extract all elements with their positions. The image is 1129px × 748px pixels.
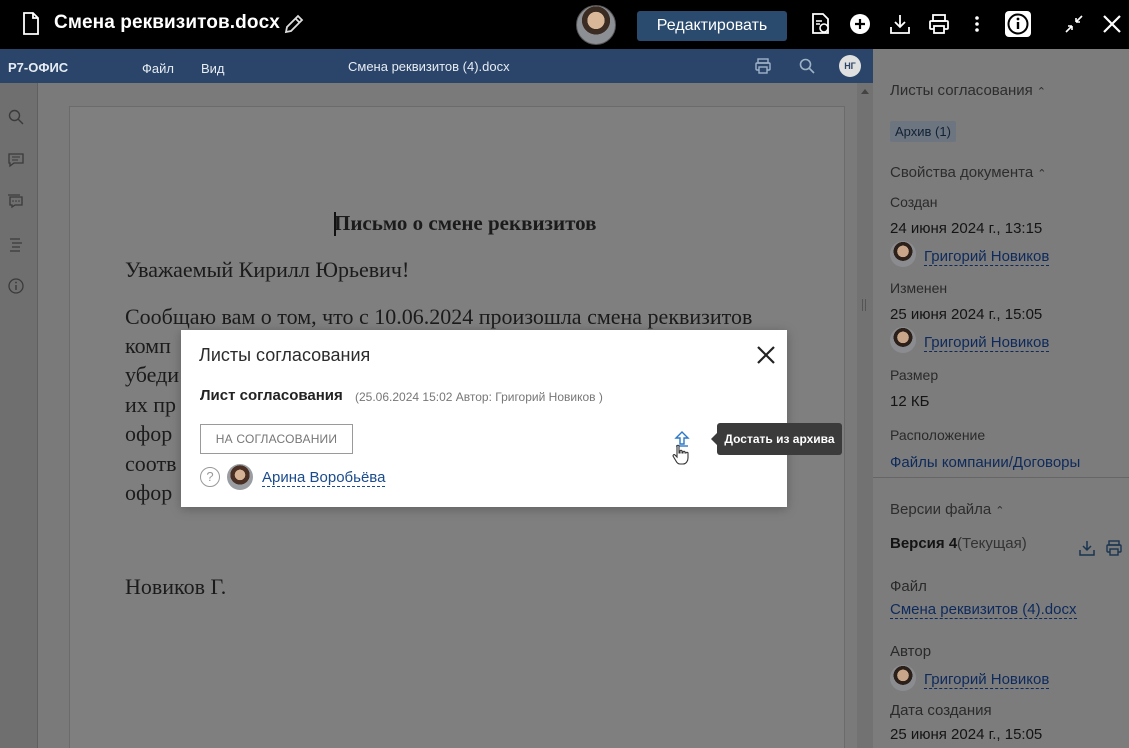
approval-sheets-dialog: Листы согласования Лист согласования (25…	[181, 330, 787, 507]
comments-icon[interactable]	[7, 151, 25, 169]
versions-header[interactable]: Версии файла ⌃	[890, 501, 1005, 518]
author-label: Автор	[890, 643, 932, 660]
add-icon[interactable]	[848, 12, 872, 36]
search-icon[interactable]	[7, 108, 25, 126]
menu-file[interactable]: Файл	[142, 61, 174, 76]
version-current: (Текущая)	[957, 535, 1027, 552]
chevron-up-icon: ⌃	[995, 505, 1005, 517]
doc-line: офор	[125, 480, 173, 505]
archive-chip[interactable]: Архив (1)	[890, 121, 956, 142]
modified-by-link[interactable]: Григорий Новиков	[924, 334, 1050, 352]
doc-line: офор	[125, 421, 173, 446]
avatar	[890, 665, 916, 691]
version-print-icon[interactable]	[1105, 539, 1123, 557]
user-avatar[interactable]	[576, 5, 616, 45]
collapse-icon[interactable]	[1062, 12, 1086, 36]
text-cursor	[334, 212, 336, 236]
editor-header: Р7-ОФИС Файл Вид Смена реквизитов (4).do…	[0, 49, 873, 83]
approver-link[interactable]: Арина Воробьёва	[262, 469, 386, 487]
file-settings-icon[interactable]	[809, 12, 833, 36]
file-link[interactable]: Смена реквизитов (4).docx	[890, 601, 1077, 619]
approval-sheets-label: Листы согласования	[890, 82, 1033, 99]
document-icon	[23, 12, 39, 35]
download-icon[interactable]	[888, 12, 912, 36]
restore-from-archive-icon[interactable]	[671, 430, 693, 466]
close-icon[interactable]	[755, 344, 777, 366]
question-icon: ?	[200, 467, 220, 487]
status-badge[interactable]: НА СОГЛАСОВАНИИ	[200, 424, 353, 454]
doc-line: их пр	[125, 392, 177, 417]
avatar	[227, 464, 253, 490]
print-icon[interactable]	[927, 12, 951, 36]
tooltip: Достать из архива	[711, 423, 842, 455]
avatar	[890, 327, 916, 353]
doc-greeting: Уважаемый Кирилл Юрьевич!	[125, 257, 410, 282]
version-label: Версия 4	[890, 535, 958, 552]
document-title: Смена реквизитов.docx	[54, 12, 280, 33]
size-label: Размер	[890, 367, 939, 383]
created-by-link[interactable]: Григорий Новиков	[924, 248, 1050, 266]
sheet-meta: (25.06.2024 15:02 Автор: Григорий Новико…	[355, 390, 603, 404]
close-icon[interactable]	[1100, 12, 1124, 36]
about-icon[interactable]	[7, 277, 25, 295]
approval-sheets-header[interactable]: Листы согласования ⌃	[890, 82, 1046, 99]
chevron-up-icon: ⌃	[1036, 86, 1046, 98]
vertical-scrollbar[interactable]	[857, 83, 873, 748]
panel-divider	[873, 477, 1129, 478]
dialog-title: Листы согласования	[199, 345, 371, 365]
editor-search-icon[interactable]	[798, 57, 816, 75]
file-label: Файл	[890, 578, 927, 595]
location-link[interactable]: Файлы компании/Договоры	[890, 454, 1080, 471]
doc-signature: Новиков Г.	[125, 574, 227, 599]
creation-date-label: Дата создания	[890, 702, 992, 719]
creation-date-value: 25 июня 2024 г., 15:05	[890, 726, 1043, 743]
editor-user-avatar[interactable]: НГ	[839, 55, 861, 77]
doc-heading: Письмо о смене реквизитов	[334, 211, 597, 235]
size-value: 12 КБ	[890, 393, 930, 410]
editor-brand: Р7-ОФИС	[8, 60, 69, 75]
location-label: Расположение	[890, 427, 986, 443]
modified-label: Изменен	[890, 280, 948, 296]
version-download-icon[interactable]	[1078, 539, 1096, 557]
editor-print-icon[interactable]	[754, 57, 772, 75]
navigation-icon[interactable]	[7, 235, 25, 253]
author-link[interactable]: Григорий Новиков	[924, 671, 1050, 689]
left-toolbar	[0, 83, 38, 748]
avatar	[890, 241, 916, 267]
created-value: 24 июня 2024 г., 13:15	[890, 220, 1043, 237]
created-label: Создан	[890, 194, 938, 210]
doc-props-header[interactable]: Свойства документа ⌃	[890, 164, 1046, 181]
edit-button[interactable]: Редактировать	[637, 11, 787, 41]
chat-icon[interactable]	[7, 193, 25, 211]
info-panel: Листы согласования ⌃ Архив (1) Свойства д…	[873, 49, 1129, 748]
sheet-title: Лист согласования	[200, 387, 343, 404]
versions-label: Версии файла	[890, 501, 992, 518]
scroll-thumb[interactable]	[862, 299, 866, 311]
menu-view[interactable]: Вид	[201, 61, 225, 76]
info-icon[interactable]	[1004, 10, 1032, 38]
chevron-up-icon: ⌃	[1037, 168, 1047, 180]
scroll-up-icon[interactable]	[861, 89, 869, 94]
editor-doc-name: Смена реквизитов (4).docx	[348, 59, 510, 74]
rename-pencil-icon[interactable]	[282, 12, 306, 36]
doc-line: Сообщаю вам о том, что с 10.06.2024 прои…	[125, 304, 753, 329]
more-menu-icon[interactable]	[965, 12, 989, 36]
modified-value: 25 июня 2024 г., 15:05	[890, 306, 1043, 323]
doc-line: убеди	[125, 362, 180, 387]
top-bar: Смена реквизитов.docx Редактировать	[0, 0, 1129, 49]
doc-props-label: Свойства документа	[890, 164, 1034, 181]
doc-line: комп	[125, 333, 171, 358]
doc-line: соотв	[125, 451, 177, 476]
